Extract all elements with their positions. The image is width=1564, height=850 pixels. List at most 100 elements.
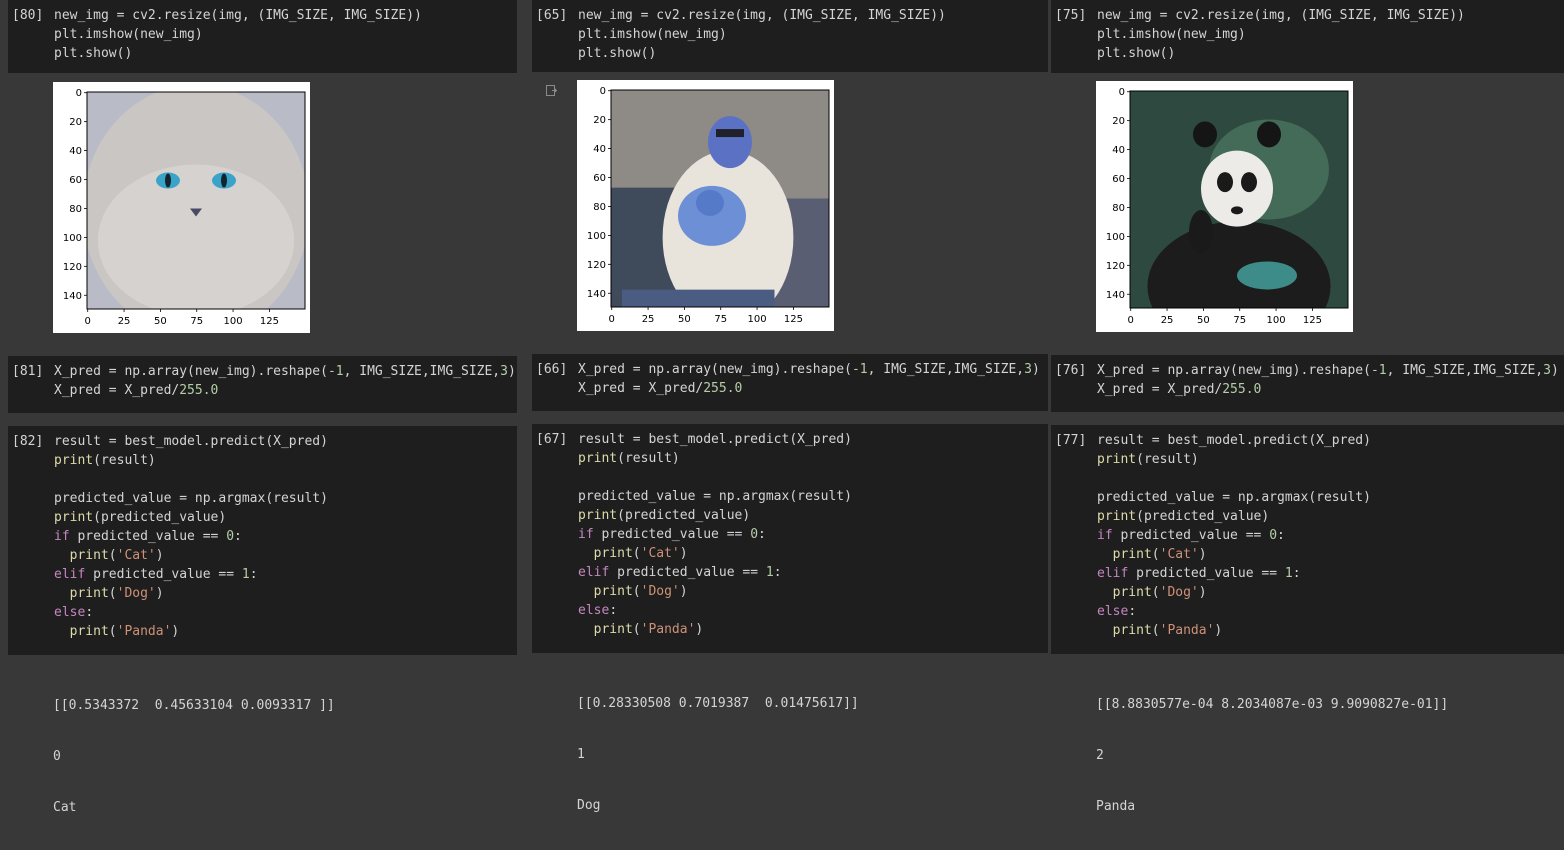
y-tick-label: 60 <box>69 175 82 186</box>
y-tick-label: 140 <box>587 289 606 300</box>
x-tick-label: 100 <box>224 316 243 327</box>
code-line: new_img = cv2.resize(img, (IMG_SIZE, IMG… <box>54 8 422 23</box>
y-tick-label: 40 <box>69 146 82 157</box>
code-line: else: <box>578 603 618 618</box>
execution-count: [80] <box>12 8 44 23</box>
person-with-dog-photo <box>611 90 829 307</box>
x-tick-label: 50 <box>678 314 691 325</box>
x-tick-label: 75 <box>190 316 203 327</box>
code-line: print('Dog') <box>593 584 688 599</box>
code-line: if predicted_value == 0: <box>54 529 242 544</box>
code-editor[interactable]: result = best_model.predict(X_pred)print… <box>1097 431 1560 640</box>
x-tick-label: 75 <box>714 314 727 325</box>
x-tick-label: 75 <box>1233 315 1246 326</box>
code-line: X_pred = X_pred/255.0 <box>578 381 743 396</box>
code-cell-reshape[interactable]: [76] X_pred = np.array(new_img).reshape(… <box>1051 355 1564 412</box>
code-cell-resize[interactable]: [65] new_img = cv2.resize(img, (IMG_SIZE… <box>532 0 1048 72</box>
output-result: [[0.5343372 0.45633104 0.0093317 ]] <box>53 698 335 713</box>
code-editor[interactable]: X_pred = np.array(new_img).reshape(-1, I… <box>578 360 1044 398</box>
code-line: else: <box>1097 604 1137 619</box>
notebook-column-cat: [80] new_img = cv2.resize(img, (IMG_SIZE… <box>8 0 517 815</box>
code-line: plt.show() <box>578 46 657 61</box>
x-tick-label: 25 <box>118 316 131 327</box>
x-tick-label: 125 <box>260 316 279 327</box>
code-editor[interactable]: new_img = cv2.resize(img, (IMG_SIZE, IMG… <box>578 6 1044 63</box>
code-cell-predict[interactable]: [82] result = best_model.predict(X_pred)… <box>8 426 517 655</box>
y-tick-label: 140 <box>1106 290 1125 301</box>
cell-output: [[8.8830577e-04 8.2034087e-03 9.9090827e… <box>1096 662 1448 849</box>
image-plot: 0 20 40 60 80 100 120 140 0 25 50 75 100 125 <box>1096 81 1353 332</box>
y-tick-label: 0 <box>76 88 82 99</box>
code-line: if predicted_value == 0: <box>1097 528 1285 543</box>
code-line: plt.imshow(new_img) <box>1097 27 1246 42</box>
output-label: Panda <box>1096 799 1136 814</box>
code-line: elif predicted_value == 1: <box>54 567 258 582</box>
image-plot: 0 20 40 60 80 100 120 140 0 25 50 75 100 125 <box>577 80 834 331</box>
code-line: predicted_value = np.argmax(result) <box>578 489 852 504</box>
code-line: plt.show() <box>1097 46 1176 61</box>
y-tick-label: 100 <box>587 231 606 242</box>
notebook-column-panda: [75] new_img = cv2.resize(img, (IMG_SIZE… <box>1051 0 1564 814</box>
code-cell-predict[interactable]: [67] result = best_model.predict(X_pred)… <box>532 424 1048 653</box>
execution-count: [75] <box>1055 8 1087 23</box>
output-result: [[8.8830577e-04 8.2034087e-03 9.9090827e… <box>1096 697 1449 712</box>
code-line: plt.imshow(new_img) <box>54 27 203 42</box>
code-line: print(result) <box>578 451 680 466</box>
code-line: result = best_model.predict(X_pred) <box>1097 433 1371 448</box>
code-editor[interactable]: new_img = cv2.resize(img, (IMG_SIZE, IMG… <box>54 6 513 63</box>
code-line: print('Cat') <box>69 548 164 563</box>
x-tick-label: 0 <box>609 314 615 325</box>
code-cell-reshape[interactable]: [81] X_pred = np.array(new_img).reshape(… <box>8 356 517 413</box>
code-line: result = best_model.predict(X_pred) <box>54 434 328 449</box>
code-line: X_pred = np.array(new_img).reshape(-1, I… <box>578 362 1040 377</box>
code-line: plt.show() <box>54 46 133 61</box>
panda-photo <box>1130 91 1348 308</box>
output-collapse-icon[interactable] <box>546 85 557 96</box>
execution-count: [81] <box>12 364 44 379</box>
code-line: print(result) <box>1097 452 1199 467</box>
y-tick-label: 0 <box>1119 87 1125 98</box>
code-line: new_img = cv2.resize(img, (IMG_SIZE, IMG… <box>1097 8 1465 23</box>
code-line: print(predicted_value) <box>1097 509 1270 524</box>
code-editor[interactable]: result = best_model.predict(X_pred) print… <box>578 430 1044 639</box>
x-tick-label: 125 <box>1303 315 1322 326</box>
x-tick-label: 25 <box>1161 315 1174 326</box>
image-plot: 0 20 40 60 80 100 120 140 0 25 50 75 100 125 <box>53 82 310 333</box>
x-tick-label: 50 <box>1197 315 1210 326</box>
code-line: print(predicted_value) <box>578 508 751 523</box>
code-cell-reshape[interactable]: [66] X_pred = np.array(new_img).reshape(… <box>532 354 1048 411</box>
code-line: new_img = cv2.resize(img, (IMG_SIZE, IMG… <box>578 8 946 23</box>
output-index: 1 <box>577 747 585 762</box>
y-tick-label: 40 <box>1112 145 1125 156</box>
code-line: print('Panda') <box>593 622 704 637</box>
code-line: plt.imshow(new_img) <box>578 27 727 42</box>
code-line: if predicted_value == 0: <box>578 527 766 542</box>
y-tick-label: 100 <box>1106 232 1125 243</box>
code-editor[interactable]: X_pred = np.array(new_img).reshape(-1, I… <box>54 362 516 400</box>
execution-count: [82] <box>12 434 44 449</box>
output-label: Cat <box>53 800 77 815</box>
code-line: print('Cat') <box>1112 547 1207 562</box>
x-tick-label: 100 <box>748 314 767 325</box>
code-line: predicted_value = np.argmax(result) <box>54 491 328 506</box>
y-tick-label: 120 <box>1106 261 1125 272</box>
cat-photo <box>87 92 305 309</box>
y-tick-label: 60 <box>593 173 606 184</box>
x-tick-label: 25 <box>642 314 655 325</box>
code-line: predicted_value = np.argmax(result) <box>1097 490 1371 505</box>
code-editor[interactable]: X_pred = np.array(new_img).reshape(-1, I… <box>1097 361 1560 399</box>
code-cell-resize[interactable]: [75] new_img = cv2.resize(img, (IMG_SIZE… <box>1051 0 1564 73</box>
code-editor[interactable]: new_img = cv2.resize(img, (IMG_SIZE, IMG… <box>1097 6 1560 63</box>
y-tick-label: 140 <box>63 291 82 302</box>
plot-svg: 0 20 40 60 80 100 120 140 0 25 50 75 100 125 <box>63 88 306 327</box>
code-line: print('Dog') <box>69 586 164 601</box>
code-cell-resize[interactable]: [80] new_img = cv2.resize(img, (IMG_SIZE… <box>8 0 517 73</box>
y-tick-label: 60 <box>1112 174 1125 185</box>
code-editor[interactable]: result = best_model.predict(X_pred)print… <box>54 432 513 641</box>
code-line: elif predicted_value == 1: <box>1097 566 1301 581</box>
code-line: print(predicted_value) <box>54 510 227 525</box>
y-tick-label: 20 <box>593 115 606 126</box>
y-tick-label: 120 <box>63 262 82 273</box>
code-cell-predict[interactable]: [77] result = best_model.predict(X_pred)… <box>1051 425 1564 654</box>
